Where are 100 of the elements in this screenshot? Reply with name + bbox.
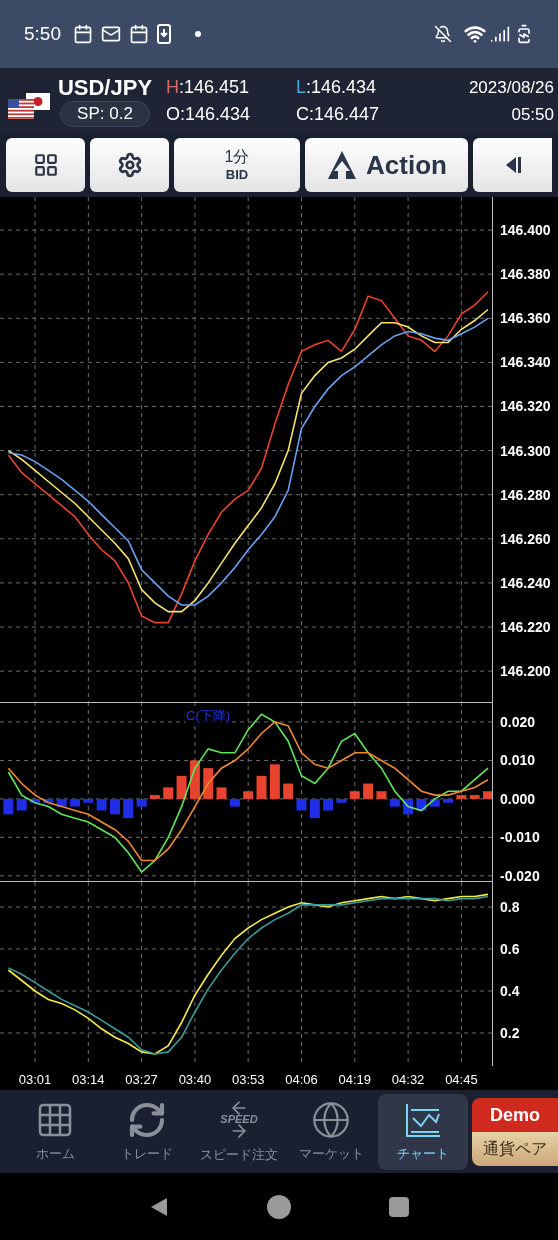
axis-label: 04:32 — [391, 1072, 425, 1087]
axis-label: 0.6 — [500, 941, 520, 957]
bar — [416, 798, 427, 811]
open-price: O:146.434 — [166, 102, 252, 126]
action-button[interactable]: Action — [305, 138, 468, 192]
bar — [43, 798, 54, 803]
bar — [363, 783, 374, 799]
bar — [323, 798, 334, 811]
bar — [123, 798, 134, 819]
axis-label: 0.8 — [500, 899, 520, 915]
bar — [136, 798, 147, 807]
triangle-arrow-icon — [326, 149, 359, 181]
bar — [389, 798, 400, 807]
collapse-button[interactable] — [473, 138, 552, 192]
axis-label: 0.4 — [500, 983, 520, 999]
axis-label: 0.000 — [500, 790, 536, 807]
phone-download-icon — [157, 24, 171, 44]
bar — [469, 795, 480, 799]
bar — [203, 768, 214, 799]
axis-label: 146.340 — [500, 354, 551, 371]
wifi-icon — [464, 23, 486, 45]
bar — [403, 798, 414, 815]
signal-icon — [490, 24, 510, 44]
axis-label: 146.280 — [500, 486, 551, 503]
high-price: H:146.451 — [166, 75, 251, 99]
calendar-icon — [129, 24, 149, 44]
bar — [96, 798, 107, 811]
axis-label: 0.010 — [500, 752, 536, 769]
axis-label: 03:40 — [178, 1072, 212, 1087]
nav-tab[interactable]: SPEED スピード注文 — [194, 1093, 284, 1170]
bar — [189, 760, 200, 799]
settings-button[interactable] — [90, 138, 169, 192]
axis-label: 04:45 — [445, 1072, 478, 1087]
bar — [269, 764, 280, 799]
bar — [443, 798, 454, 803]
currency-pair: USD/JPY — [57, 73, 153, 102]
demo-badge: Demo — [472, 1097, 558, 1132]
bar — [30, 798, 40, 803]
low-price: L:146.434 — [296, 75, 378, 99]
bar — [429, 798, 440, 807]
axis-label: 146.240 — [500, 574, 551, 591]
globe-icon — [311, 1099, 351, 1140]
mail-icon — [101, 24, 121, 44]
recents-icon[interactable] — [389, 1196, 409, 1217]
timeframe-label: 1分 — [224, 146, 250, 167]
bar — [216, 787, 227, 799]
axis-label: 146.200 — [500, 663, 551, 680]
bar — [349, 791, 360, 799]
bar — [3, 798, 14, 815]
status-time: 5:50 — [24, 21, 61, 46]
bar — [229, 798, 240, 807]
flag-icon — [8, 92, 52, 121]
settings-icon — [116, 152, 143, 178]
bar — [69, 798, 80, 807]
nav-tab[interactable]: トレード — [102, 1093, 192, 1170]
bar — [336, 798, 347, 803]
axis-label: 146.220 — [500, 619, 551, 635]
bar — [56, 798, 67, 807]
close-price: C:146.447 — [296, 102, 381, 126]
spread-badge: SP: 0.2 — [60, 101, 150, 128]
date: 2023/08/26 — [468, 76, 554, 99]
calendar-icon — [73, 24, 93, 44]
axis-label: 03:27 — [125, 1072, 158, 1087]
axis-label: 146.360 — [500, 310, 551, 327]
home-icon[interactable] — [267, 1194, 291, 1219]
bar — [149, 795, 160, 799]
currency-pair-button[interactable]: 通貨ペア — [472, 1131, 558, 1166]
axis-label: 04:19 — [338, 1072, 372, 1087]
bar — [243, 791, 254, 799]
nav-tab[interactable]: ホーム — [10, 1093, 100, 1170]
grid-icon — [32, 152, 59, 178]
indicator-label: C(下降) — [186, 706, 231, 726]
axis-label: -0.010 — [500, 829, 540, 846]
bell-off-icon — [434, 25, 452, 43]
bar — [309, 798, 320, 819]
axis-label: 146.320 — [500, 398, 551, 415]
axis-label: 146.300 — [500, 442, 551, 459]
axis-label: 0.2 — [500, 1025, 520, 1041]
nav-tab[interactable]: マーケット — [286, 1093, 376, 1170]
time: 05:50 — [511, 103, 554, 126]
axis-label: 03:01 — [18, 1072, 52, 1087]
bar — [376, 791, 387, 799]
bar — [109, 798, 120, 815]
layout-button[interactable] — [6, 138, 85, 192]
timeframe-button[interactable]: 1分 BID — [174, 138, 300, 192]
price-type-label: BID — [225, 166, 249, 184]
axis-label: 146.260 — [500, 530, 551, 547]
axis-label: -0.020 — [500, 867, 540, 882]
bar — [256, 775, 267, 799]
axis-label: 0.020 — [500, 714, 536, 730]
axis-label: 03:53 — [231, 1072, 265, 1087]
back-icon[interactable] — [149, 1195, 169, 1218]
axis-label: 146.380 — [500, 266, 551, 283]
bar — [163, 787, 174, 799]
axis-label: 03:14 — [72, 1072, 105, 1087]
bar — [283, 783, 294, 799]
bar — [456, 795, 467, 799]
axis-label: 146.400 — [500, 222, 551, 239]
bar — [176, 775, 187, 799]
nav-tab[interactable]: チャート — [378, 1093, 468, 1170]
